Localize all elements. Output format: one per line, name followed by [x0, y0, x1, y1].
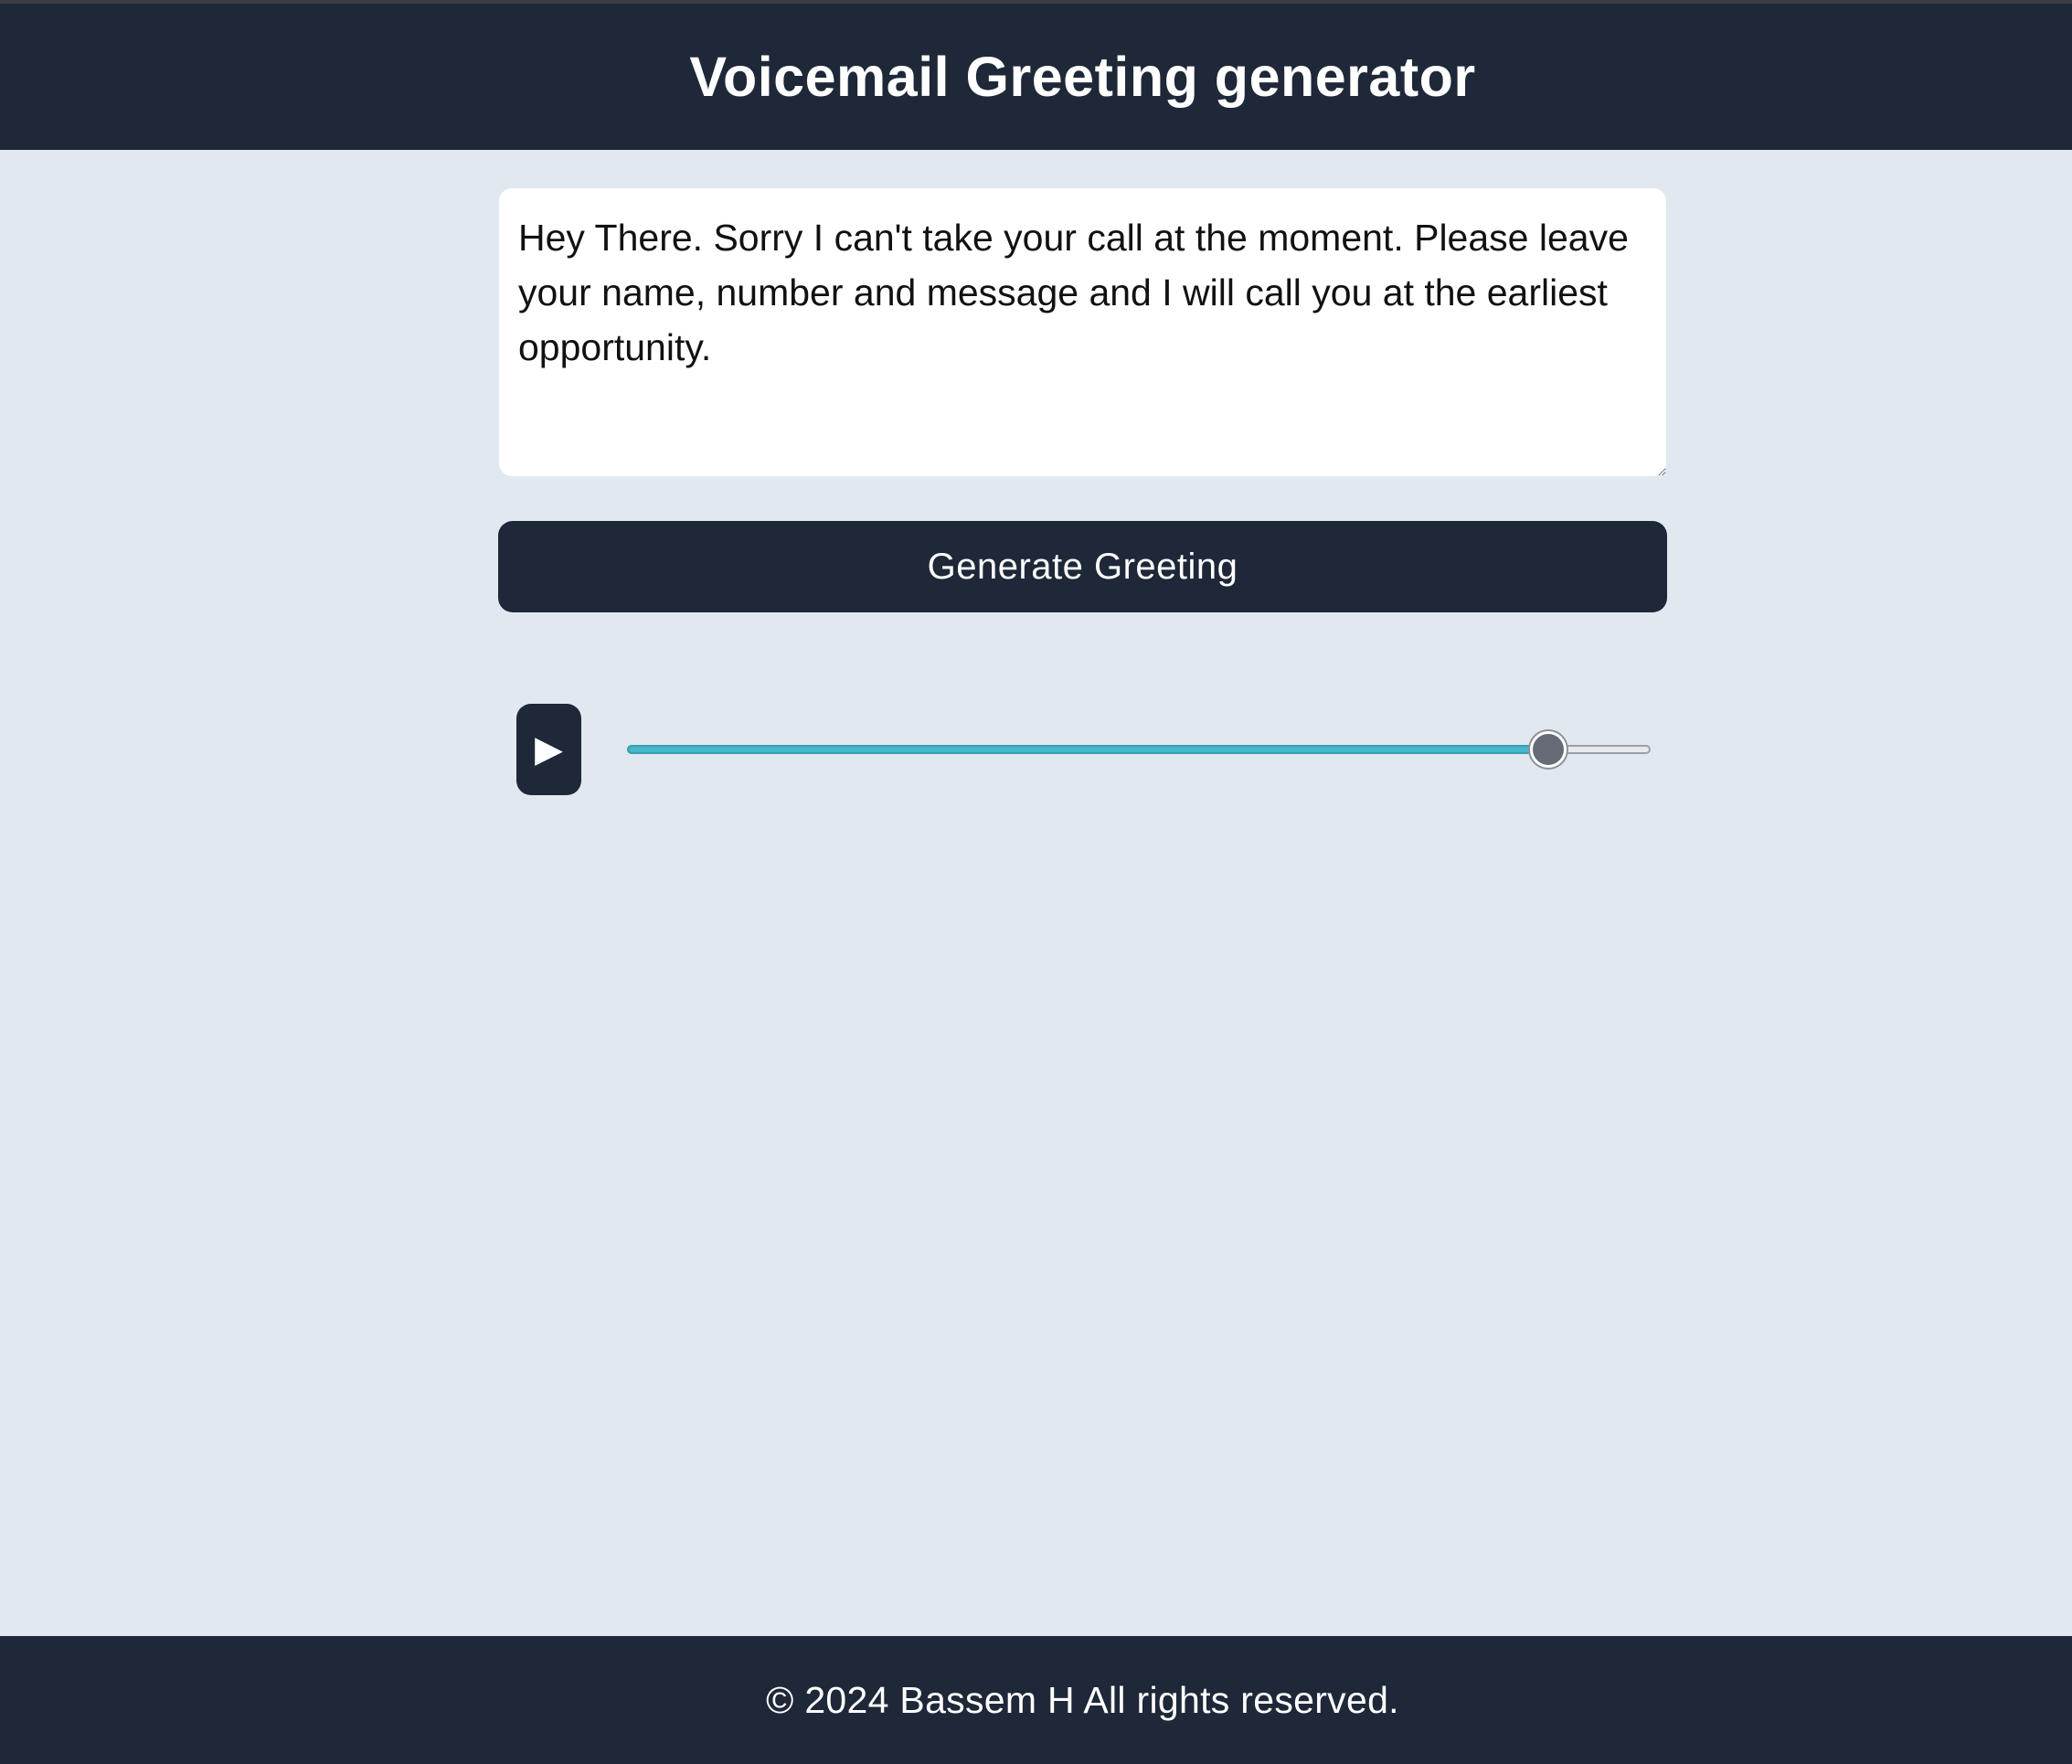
greeting-textarea[interactable]	[499, 188, 1666, 476]
audio-progress-slider[interactable]	[627, 745, 1651, 754]
app-footer: © 2024 Bassem H All rights reserved.	[0, 1636, 2072, 1764]
audio-progress-fill	[627, 745, 1548, 754]
app-header: Voicemail Greeting generator	[0, 4, 2072, 150]
copyright-text: © 2024 Bassem H All rights reserved.	[766, 1678, 1399, 1721]
play-icon: ▶	[535, 729, 563, 770]
page-title: Voicemail Greeting generator	[689, 46, 1476, 108]
greeting-textarea-container	[499, 188, 1666, 476]
generate-greeting-button[interactable]: Generate Greeting	[498, 521, 1667, 612]
play-button[interactable]: ▶	[516, 704, 581, 795]
main-content: Generate Greeting ▶	[0, 150, 2072, 1636]
audio-progress-thumb[interactable]	[1530, 731, 1567, 768]
audio-player: ▶	[516, 704, 1651, 795]
